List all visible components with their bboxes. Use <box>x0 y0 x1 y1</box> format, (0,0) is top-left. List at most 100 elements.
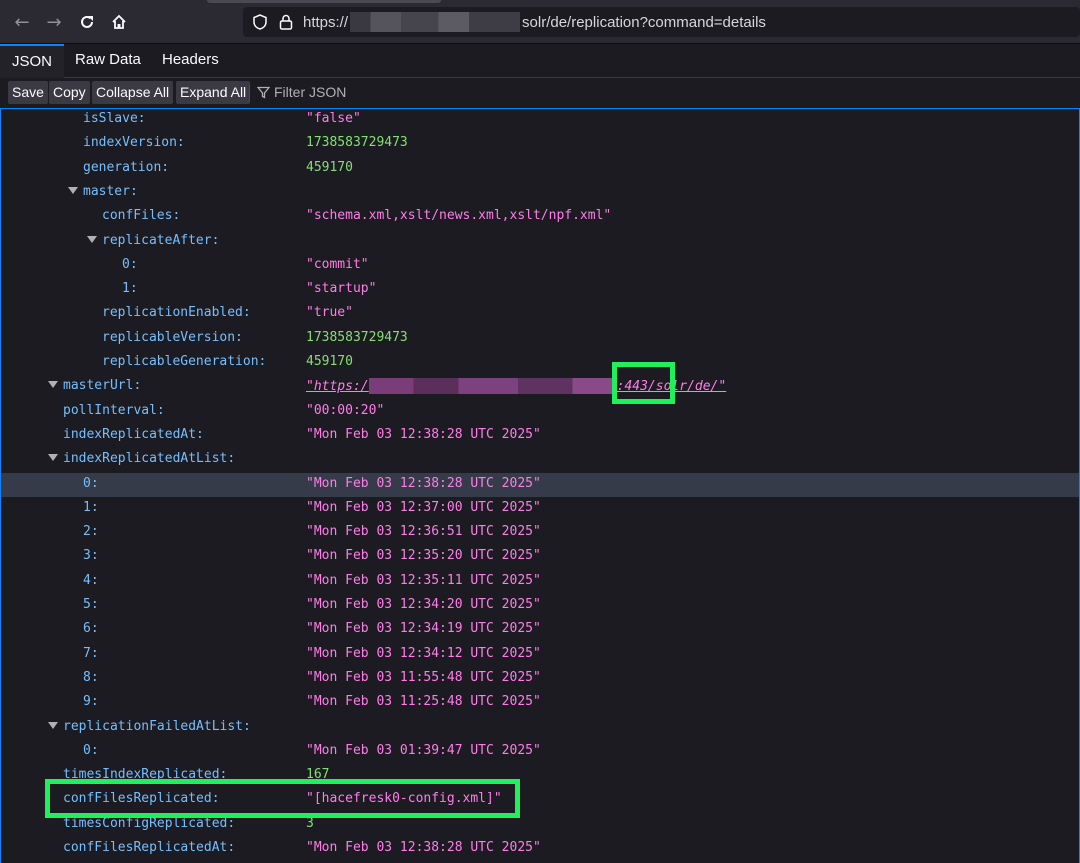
tree-row[interactable]: 0: "commit" <box>1 254 1079 278</box>
tree-value: 459170 <box>306 159 353 175</box>
tree-row[interactable]: indexReplicatedAt: "Mon Feb 03 12:38:28 U… <box>1 424 1079 448</box>
tree-value: "Mon Feb 03 01:39:47 UTC 2025" <box>306 742 541 758</box>
tree-row[interactable]: master: <box>1 181 1079 205</box>
tree-key: timesIndexReplicated: <box>63 767 228 783</box>
tree-value: "Mon Feb 03 11:25:48 UTC 2025" <box>306 694 541 710</box>
tree-value: "Mon Feb 03 11:55:48 UTC 2025" <box>306 669 541 685</box>
tree-key: master: <box>83 183 138 199</box>
tree-row[interactable]: timesIndexReplicated: 167 <box>1 764 1079 788</box>
tree-row[interactable]: 0: "Mon Feb 03 12:38:28 UTC 2025" <box>1 472 1079 497</box>
tree-key: timesConfigReplicated: <box>63 815 236 831</box>
expand-toggle-icon[interactable] <box>87 235 97 243</box>
tree-key: replicableGeneration: <box>102 354 267 369</box>
reload-button[interactable] <box>74 9 100 35</box>
tree-key: 0: <box>122 256 138 272</box>
save-button[interactable]: Save <box>8 81 48 104</box>
tab-json[interactable]: JSON <box>0 44 65 79</box>
tree-row[interactable]: 7: "Mon Feb 03 12:34:12 UTC 2025" <box>1 643 1079 667</box>
tree-row[interactable]: indexVersion: 1738583729473 <box>1 132 1079 156</box>
tree-key: pollInterval: <box>63 402 165 418</box>
tree-row[interactable]: masterUrl: " https:/:443/solr/de/" <box>1 375 1079 399</box>
filter-icon <box>257 86 270 99</box>
tree-value: "schema.xml,xslt/news.xml,xslt/npf.xml" <box>306 208 612 224</box>
tree-value: 1738583729473 <box>306 329 408 345</box>
tree-row[interactable]: replicationEnabled: "true" <box>1 302 1079 326</box>
tree-row[interactable]: replicationFailedAtList: <box>1 716 1079 740</box>
expand-toggle-icon[interactable] <box>48 454 58 462</box>
tree-row[interactable]: 1: "Mon Feb 03 12:37:00 UTC 2025" <box>1 497 1079 521</box>
master-url-value[interactable]: " https:/:443/solr/de/" <box>306 378 726 395</box>
tree-value: "Mon Feb 03 12:37:00 UTC 2025" <box>306 499 541 515</box>
url-link-end[interactable]: :443/solr/de/ <box>617 379 719 394</box>
redacted-host <box>368 378 617 395</box>
url-path: solr/de/replication?command=details <box>522 13 766 31</box>
expand-toggle-icon[interactable] <box>48 721 58 729</box>
tree-key: 1: <box>122 281 138 297</box>
tree-value: "Mon Feb 03 12:38:28 UTC 2025" <box>306 840 541 855</box>
reload-icon <box>81 15 93 28</box>
tree-key: 6: <box>83 621 99 637</box>
copy-button[interactable]: Copy <box>49 81 90 104</box>
tree-key: indexReplicatedAt: <box>63 426 204 442</box>
lock-icon <box>277 13 295 31</box>
home-button[interactable] <box>106 9 132 35</box>
tab-headers[interactable]: Headers <box>150 44 231 77</box>
tree-row[interactable]: 2: "Mon Feb 03 12:36:51 UTC 2025" <box>1 521 1079 545</box>
tree-row[interactable]: 3: "Mon Feb 03 12:35:20 UTC 2025" <box>1 545 1079 569</box>
tree-key: masterUrl: <box>63 378 142 394</box>
tree-value: "00:00:20" <box>306 402 385 418</box>
tree-row[interactable]: confFilesReplicatedAt: "Mon Feb 03 12:38:… <box>1 837 1079 861</box>
tree-key: 0: <box>83 475 99 491</box>
tree-key: indexReplicatedAtList: <box>63 451 236 467</box>
tree-value: "Mon Feb 03 12:34:19 UTC 2025" <box>306 621 541 637</box>
expand-toggle-icon[interactable] <box>48 381 58 389</box>
tree-row[interactable]: isSlave: "false" <box>1 108 1079 132</box>
tree-key: 8: <box>83 669 99 685</box>
tree-key: 1: <box>83 499 99 515</box>
tree-value: "Mon Feb 03 12:34:12 UTC 2025" <box>306 645 541 661</box>
tree-row[interactable]: pollInterval: "00:00:20" <box>1 400 1079 424</box>
tree-row[interactable]: 4: "Mon Feb 03 12:35:11 UTC 2025" <box>1 570 1079 594</box>
tree-row[interactable]: confFiles: "schema.xml,xslt/news.xml,xslt… <box>1 205 1079 229</box>
tree-row[interactable]: 8: "Mon Feb 03 11:55:48 UTC 2025" <box>1 667 1079 691</box>
tree-value: "Mon Feb 03 12:38:28 UTC 2025" <box>306 475 541 491</box>
expand-toggle-icon[interactable] <box>68 186 78 194</box>
tree-row[interactable]: 6: "Mon Feb 03 12:34:19 UTC 2025" <box>1 618 1079 642</box>
tree-key: confFilesReplicatedAt: <box>63 840 236 855</box>
tree-value: "commit" <box>306 256 369 272</box>
expand-all-button[interactable]: Expand All <box>176 81 251 104</box>
tree-value: 459170 <box>306 354 353 369</box>
url-link-start[interactable]: https:/ <box>314 379 369 394</box>
tree-key: isSlave: <box>83 111 146 126</box>
url-quote-open: " <box>306 378 314 394</box>
tree-key: replicateAfter: <box>102 232 220 248</box>
tree-row[interactable]: replicableVersion: 1738583729473 <box>1 327 1079 351</box>
filter-json-input[interactable]: Filter JSON <box>257 81 346 104</box>
tree-row[interactable]: 5: "Mon Feb 03 12:34:20 UTC 2025" <box>1 594 1079 618</box>
tree-row[interactable]: replicateAfter: <box>1 230 1079 254</box>
json-tree: isSlave: "false" indexVersion: 173858372947… <box>0 108 1080 863</box>
tree-row[interactable]: confFilesReplicated: "[hacefresk0-config.… <box>1 788 1079 812</box>
tree-key: 5: <box>83 597 99 612</box>
tree-row[interactable]: 1: "startup" <box>1 278 1079 302</box>
tree-row[interactable]: 0: "Mon Feb 03 01:39:47 UTC 2025" <box>1 740 1079 764</box>
tree-row[interactable]: 9: "Mon Feb 03 11:25:48 UTC 2025" <box>1 691 1079 715</box>
tree-value: "Mon Feb 03 12:38:28 UTC 2025" <box>306 426 541 442</box>
tree-row[interactable]: generation: 459170 <box>1 157 1079 181</box>
tree-row[interactable]: indexReplicatedAtList: <box>1 448 1079 472</box>
tab-raw-data[interactable]: Raw Data <box>63 44 153 77</box>
tree-row[interactable]: timesConfigReplicated: 3 <box>1 813 1079 837</box>
json-toolbar: Save Copy Collapse All Expand All Filter… <box>0 78 1080 109</box>
forward-button[interactable]: → <box>41 9 67 35</box>
tree-key: 3: <box>83 548 99 564</box>
tree-value: "Mon Feb 03 12:35:11 UTC 2025" <box>306 572 541 588</box>
tree-value: "startup" <box>306 281 377 297</box>
tree-key: confFilesReplicated: <box>63 791 220 807</box>
back-button[interactable]: ← <box>9 9 35 35</box>
tree-key: indexVersion: <box>83 135 185 151</box>
collapse-all-button[interactable]: Collapse All <box>92 81 174 104</box>
tree-value: "true" <box>306 305 353 321</box>
tree-key: 7: <box>83 645 99 661</box>
address-bar[interactable]: https:// solr/de/replication?command=det… <box>243 7 1080 37</box>
tree-row[interactable]: replicableGeneration: 459170 <box>1 351 1079 375</box>
